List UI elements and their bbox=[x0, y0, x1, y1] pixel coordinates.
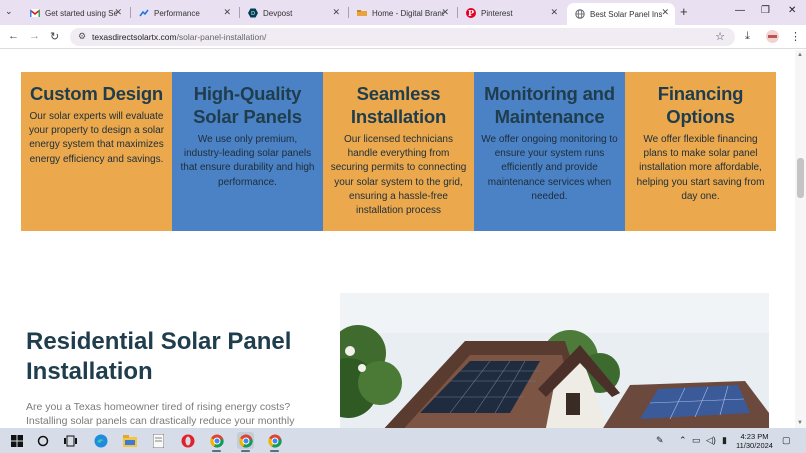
restore-button[interactable]: ❐ bbox=[761, 5, 770, 16]
close-tab-icon[interactable]: ✕ bbox=[223, 7, 231, 18]
address-bar[interactable]: ⚙ texasdirectsolartx.com/solar-panel-ins… bbox=[70, 28, 735, 46]
browser-tab-bar: ⌄ Get started using Sea ✕ Performance ✕ … bbox=[0, 0, 806, 25]
battery-icon[interactable]: ▮ bbox=[722, 435, 727, 446]
feature-text: We use only premium, industry-leading so… bbox=[180, 134, 315, 188]
close-tab-icon[interactable]: ✕ bbox=[441, 7, 449, 18]
forward-arrow-icon[interactable]: → bbox=[29, 30, 40, 42]
feature-card-custom-design: Custom Design Our solar experts will eva… bbox=[21, 72, 172, 231]
pinterest-icon: P bbox=[466, 8, 476, 18]
new-tab-button[interactable]: + bbox=[680, 4, 688, 19]
file-explorer-icon[interactable] bbox=[121, 432, 138, 449]
feature-title: Monitoring and Maintenance bbox=[484, 83, 615, 127]
close-tab-icon[interactable]: ✕ bbox=[114, 7, 122, 18]
feature-text: We offer flexible financing plans to mak… bbox=[636, 134, 765, 202]
feature-title: Custom Design bbox=[29, 83, 164, 104]
page-content: Custom Design Our solar experts will eva… bbox=[0, 50, 795, 428]
house-solar-roof-image bbox=[340, 293, 769, 428]
feature-card-high-quality: High-Quality Solar Panels We use only pr… bbox=[172, 72, 323, 231]
feature-text: Our licensed technicians handle everythi… bbox=[330, 134, 467, 217]
chrome-profile-icon[interactable] bbox=[237, 432, 254, 452]
volume-icon[interactable]: ◁) bbox=[706, 435, 716, 446]
page-scrollbar[interactable]: ▲ ▼ bbox=[795, 50, 806, 428]
close-tab-icon[interactable]: ✕ bbox=[332, 7, 340, 18]
tab-pinterest[interactable]: P Pinterest ✕ bbox=[458, 3, 564, 23]
edge-browser-icon[interactable] bbox=[92, 432, 109, 449]
globe-icon bbox=[575, 9, 585, 19]
features-grid: Custom Design Our solar experts will eva… bbox=[21, 72, 776, 231]
tab-label: Performance bbox=[154, 8, 200, 18]
notification-icon[interactable]: ▢ bbox=[782, 435, 791, 446]
search-icon[interactable] bbox=[34, 432, 51, 449]
svg-text:P: P bbox=[468, 8, 474, 18]
windows-start-icon[interactable] bbox=[8, 432, 25, 449]
tab-label: Home - Digital Brand bbox=[372, 8, 444, 18]
tab-performance[interactable]: Performance ✕ bbox=[131, 3, 237, 23]
feature-text: Our solar experts will evaluate your pro… bbox=[28, 111, 165, 165]
minimize-button[interactable]: — bbox=[735, 5, 745, 16]
scroll-up-icon[interactable]: ▲ bbox=[797, 52, 803, 58]
document-icon[interactable] bbox=[150, 432, 167, 449]
folder-icon bbox=[357, 8, 367, 18]
pen-icon[interactable]: ✎ bbox=[656, 435, 664, 446]
profile-avatar[interactable] bbox=[766, 30, 779, 46]
network-icon[interactable]: ▭ bbox=[692, 435, 701, 446]
task-view-icon[interactable] bbox=[62, 432, 79, 449]
feature-title: High-Quality Solar Panels bbox=[193, 83, 302, 127]
bookmark-star-icon[interactable]: ☆ bbox=[715, 30, 725, 43]
chrome-icon[interactable] bbox=[266, 432, 283, 452]
more-menu-icon[interactable]: ⋮ bbox=[790, 30, 801, 43]
close-tab-icon[interactable]: ✕ bbox=[661, 7, 669, 18]
feature-card-seamless-installation: Seamless Installation Our licensed techn… bbox=[323, 72, 474, 231]
reload-icon[interactable]: ↻ bbox=[50, 30, 59, 43]
performance-icon bbox=[139, 8, 149, 18]
tab-devpost[interactable]: D Devpost ✕ bbox=[240, 3, 346, 23]
tab-best-solar-panel[interactable]: Best Solar Panel Insta ✕ bbox=[567, 3, 675, 25]
tab-search-chevron-icon[interactable]: ⌄ bbox=[5, 6, 13, 17]
close-tab-icon[interactable]: ✕ bbox=[550, 7, 558, 18]
devpost-icon: D bbox=[248, 8, 258, 18]
tab-home-digital-brand[interactable]: Home - Digital Brand ✕ bbox=[349, 3, 455, 23]
tab-label: Get started using Sea bbox=[45, 8, 117, 18]
svg-text:D: D bbox=[251, 11, 255, 17]
close-window-button[interactable]: ✕ bbox=[788, 5, 796, 16]
residential-section-title: Residential Solar Panel Installation bbox=[26, 328, 292, 385]
clock-time: 4:23 PM bbox=[740, 432, 769, 441]
chrome-icon[interactable] bbox=[208, 432, 225, 452]
feature-title: Seamless Installation bbox=[350, 83, 447, 127]
opera-icon[interactable] bbox=[179, 432, 196, 449]
site-info-icon[interactable]: ⚙ bbox=[78, 31, 86, 42]
tab-gmail[interactable]: Get started using Sea ✕ bbox=[22, 3, 128, 23]
gmail-icon bbox=[29, 8, 41, 18]
feature-card-financing: Financing Options We offer flexible fina… bbox=[625, 72, 776, 231]
scrollbar-thumb[interactable] bbox=[797, 158, 804, 198]
feature-title: Financing Options bbox=[657, 83, 744, 127]
windows-taskbar: ✎ ⌃ ▭ ◁) ▮ 4:23 PM 11/30/2024 ▢ bbox=[0, 428, 806, 453]
residential-section-text: Are you a Texas homeowner tired of risin… bbox=[26, 401, 295, 427]
back-arrow-icon[interactable]: ← bbox=[8, 30, 19, 42]
browser-toolbar: ← → ↻ ⚙ texasdirectsolartx.com/solar-pan… bbox=[0, 25, 806, 49]
tab-label: Pinterest bbox=[481, 8, 513, 18]
tab-label: Devpost bbox=[263, 8, 293, 18]
feature-text: We offer ongoing monitoring to ensure yo… bbox=[481, 134, 618, 202]
tab-label: Best Solar Panel Insta bbox=[590, 9, 662, 19]
scroll-down-icon[interactable]: ▼ bbox=[797, 420, 803, 426]
system-clock[interactable]: 4:23 PM 11/30/2024 bbox=[736, 432, 773, 450]
clock-date: 11/30/2024 bbox=[736, 441, 773, 450]
download-icon[interactable]: ⤓ bbox=[745, 30, 750, 43]
url-text: texasdirectsolartx.com/solar-panel-insta… bbox=[92, 32, 267, 42]
feature-card-monitoring: Monitoring and Maintenance We offer ongo… bbox=[474, 72, 625, 231]
chevron-up-icon[interactable]: ⌃ bbox=[679, 435, 687, 446]
